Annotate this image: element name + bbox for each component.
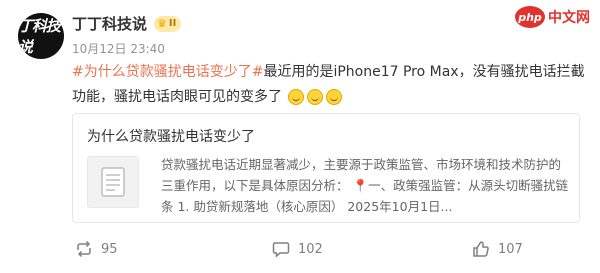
action-bar: 95 102 107 — [0, 240, 600, 264]
like-button[interactable]: 107 — [472, 240, 523, 258]
like-count: 107 — [498, 241, 523, 257]
document-icon — [101, 167, 125, 197]
laugh-cry-emoji-icon — [326, 89, 342, 105]
comment-button[interactable]: 102 — [272, 240, 323, 258]
user-level-badge[interactable]: ♛ II — [154, 15, 182, 32]
user-level-text: II — [168, 18, 177, 29]
author-name[interactable]: 丁丁科技说 — [72, 13, 147, 34]
pin-icon: 📍 — [348, 178, 369, 193]
avatar-text: 丁科技说 — [18, 17, 61, 56]
post-timestamp[interactable]: 10月12日 23:40 — [72, 40, 165, 57]
avatar[interactable]: 丁科技说 — [18, 13, 64, 59]
post-body: #为什么贷款骚扰电话变少了#最近用的是iPhone17 Pro Max，没有骚扰… — [72, 60, 587, 110]
watermark-site-text: 中文网 — [548, 10, 590, 26]
repost-button[interactable]: 95 — [75, 240, 118, 258]
author-row: 丁丁科技说 ♛ II — [72, 13, 182, 34]
comment-icon — [272, 242, 290, 258]
thumbs-up-icon — [473, 241, 489, 257]
repost-icon — [77, 240, 91, 258]
laugh-cry-emoji-icon — [307, 89, 323, 105]
php-logo: php — [515, 6, 545, 28]
hashtag-link[interactable]: #为什么贷款骚扰电话变少了# — [72, 64, 263, 80]
article-card-title: 为什么贷款骚扰电话变少了 — [87, 129, 255, 145]
article-card-summary: 贷款骚扰电话近期显著减少，主要源于政策监管、市场环境和技术防护的三重作用，以下是… — [161, 154, 571, 217]
crown-icon: ♛ — [157, 17, 167, 30]
repost-count: 95 — [101, 241, 118, 257]
site-watermark: php 中文网 — [515, 6, 590, 28]
article-thumbnail — [87, 156, 139, 208]
article-card[interactable]: 为什么贷款骚扰电话变少了 贷款骚扰电话近期显著减少，主要源于政策监管、市场环境和… — [72, 113, 580, 223]
comment-count: 102 — [298, 241, 323, 257]
laugh-cry-emoji-icon — [288, 89, 304, 105]
